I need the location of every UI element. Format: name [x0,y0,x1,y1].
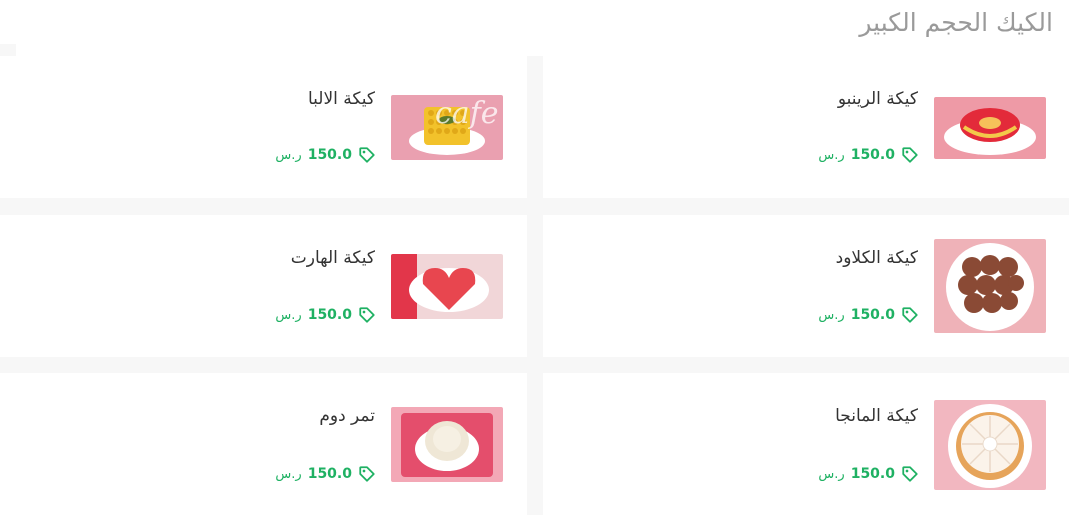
product-price: 150.0 ر.س [275,465,376,483]
product-name[interactable]: كيكة الرينبو [838,89,918,109]
price-amount: 150.0 [850,147,895,163]
product-card[interactable]: كيكة الهارت 150.0 ر.س [0,215,527,357]
cloud-cake-image[interactable] [934,239,1046,333]
product-name[interactable]: كيكة الالبا [308,89,375,109]
price-currency: ر.س [818,466,845,482]
price-tag-icon [902,307,918,323]
price-tag-icon [359,147,375,163]
product-name[interactable]: كيكة الهارت [291,248,375,268]
price-currency: ر.س [275,147,302,163]
product-price: 150.0 ر.س [275,306,376,324]
mango-cake-image[interactable] [934,400,1046,490]
price-tag-icon [902,466,918,482]
price-tag-icon [902,147,918,163]
product-price: 150.0 ر.س [818,465,919,483]
product-price: 150.0 ر.س [818,146,919,164]
product-name[interactable]: كيكة المانجا [835,406,918,426]
rainbow-cake-image[interactable] [934,97,1046,159]
section-title: الكيك الحجم الكبير [859,8,1053,37]
tamr-dom-cake-image[interactable] [391,407,503,482]
price-currency: ر.س [275,466,302,482]
price-tag-icon [359,307,375,323]
price-amount: 150.0 [850,307,895,323]
price-amount: 150.0 [307,307,352,323]
price-currency: ر.س [818,147,845,163]
product-price: 150.0 ر.س [275,146,376,164]
watermark: cafe [435,96,499,131]
product-card[interactable]: كيكة المانجا 150.0 ر.س [543,373,1069,515]
price-currency: ر.س [818,307,845,323]
product-name[interactable]: كيكة الكلاود [836,248,918,268]
product-card[interactable]: كيكة الرينبو 150.0 ر.س [543,56,1069,198]
product-price: 150.0 ر.س [818,306,919,324]
price-amount: 150.0 [307,466,352,482]
header-divider [0,44,16,56]
price-amount: 150.0 [307,147,352,163]
price-currency: ر.س [275,307,302,323]
product-card[interactable]: كيكة الكلاود 150.0 ر.س [543,215,1069,357]
heart-cake-image[interactable] [391,254,503,319]
product-card[interactable]: تمر دوم 150.0 ر.س [0,373,527,515]
price-tag-icon [359,466,375,482]
product-name[interactable]: تمر دوم [319,406,375,426]
price-amount: 150.0 [850,466,895,482]
